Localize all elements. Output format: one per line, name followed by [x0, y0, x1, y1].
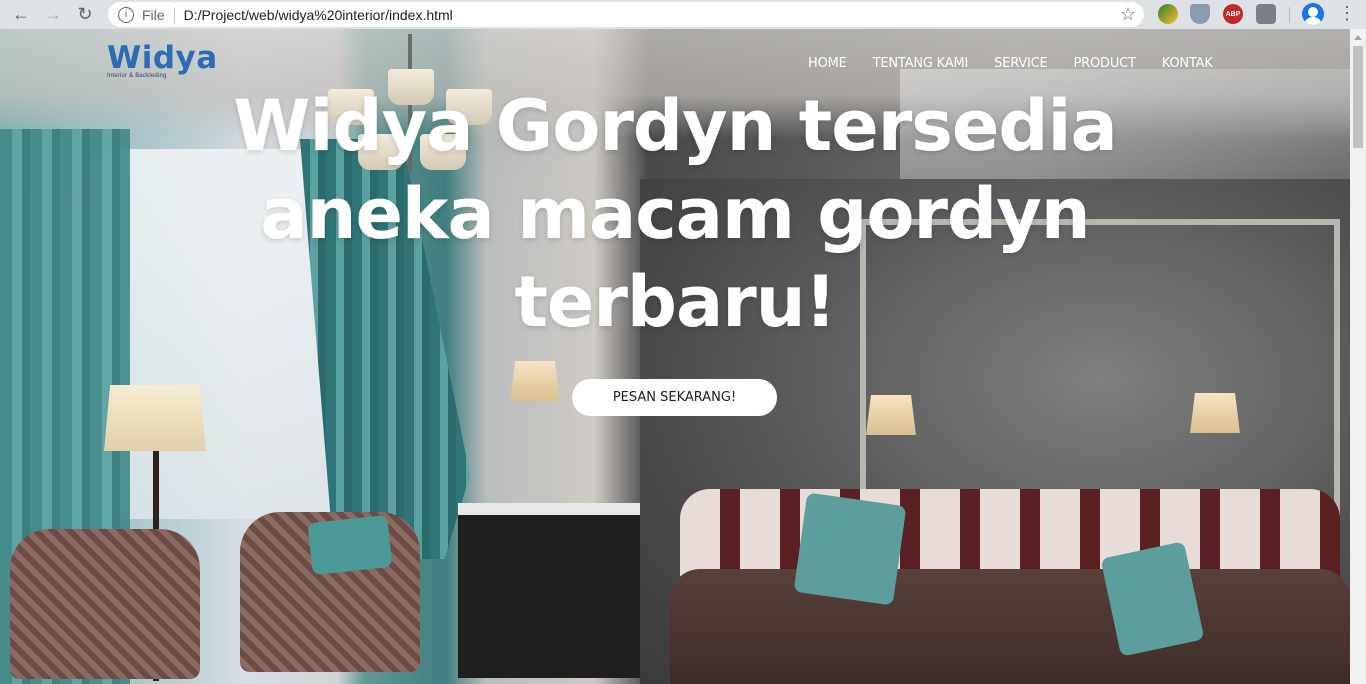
chat-extension-icon[interactable]: [1256, 4, 1276, 24]
url-text[interactable]: D:/Project/web/widya%20interior/index.ht…: [184, 7, 453, 23]
url-scheme-label: File: [142, 6, 165, 23]
sofa-pillow: [793, 492, 907, 606]
address-divider: [173, 6, 175, 23]
bookmark-star-icon[interactable]: ☆: [1120, 4, 1136, 25]
logo-text: Widya: [107, 40, 218, 76]
reload-icon[interactable]: ↻: [71, 1, 99, 29]
shield-extension-icon[interactable]: [1190, 4, 1210, 24]
hero-title-line: terbaru!: [514, 261, 836, 343]
back-arrow-icon[interactable]: ←: [7, 1, 35, 29]
hero-title-line: aneka macam gordyn: [260, 173, 1090, 255]
piano-shape: [458, 503, 640, 678]
nav-home[interactable]: HOME: [808, 56, 847, 71]
nav-kontak[interactable]: KONTAK: [1162, 56, 1213, 71]
page-scrollbar[interactable]: [1350, 29, 1366, 684]
browser-toolbar: ← → ↻ i File D:/Project/web/widya%20inte…: [0, 0, 1366, 30]
main-nav: HOME TENTANG KAMI SERVICE PRODUCT KONTAK: [795, 56, 1226, 71]
adblock-plus-icon[interactable]: ABP: [1223, 4, 1243, 24]
nav-product[interactable]: PRODUCT: [1074, 56, 1136, 71]
scrollbar-thumb[interactable]: [1353, 46, 1363, 148]
order-now-button[interactable]: PESAN SEKARANG!: [572, 379, 777, 416]
wall-sconce: [866, 395, 916, 435]
scroll-up-arrow-icon[interactable]: [1354, 35, 1362, 40]
browser-menu-icon[interactable]: ⋮: [1338, 4, 1356, 22]
profile-avatar-icon[interactable]: [1302, 3, 1324, 25]
page-viewport: Widya Interior & Backleding HOME TENTANG…: [0, 29, 1350, 684]
nav-service[interactable]: SERVICE: [994, 56, 1048, 71]
sofa-shape: [670, 569, 1350, 684]
nav-tentang-kami[interactable]: TENTANG KAMI: [873, 56, 969, 71]
wall-sconce: [1190, 393, 1240, 433]
toolbar-divider: [1289, 7, 1290, 23]
hero-title-line: Widya Gordyn tersedia: [233, 85, 1117, 167]
armchair-shape: [10, 529, 200, 679]
info-icon[interactable]: i: [118, 6, 134, 23]
site-logo[interactable]: Widya Interior & Backleding: [107, 41, 218, 79]
armchair-pillow: [307, 514, 393, 576]
forward-arrow-icon[interactable]: →: [39, 1, 67, 29]
wall-sconce: [510, 361, 560, 401]
google-drive-extension-icon[interactable]: [1158, 4, 1178, 24]
hero-title: Widya Gordyn tersedia aneka macam gordyn…: [200, 82, 1150, 346]
address-bar[interactable]: i File D:/Project/web/widya%20interior/i…: [108, 2, 1144, 27]
floor-lamp-shade: [104, 385, 206, 451]
